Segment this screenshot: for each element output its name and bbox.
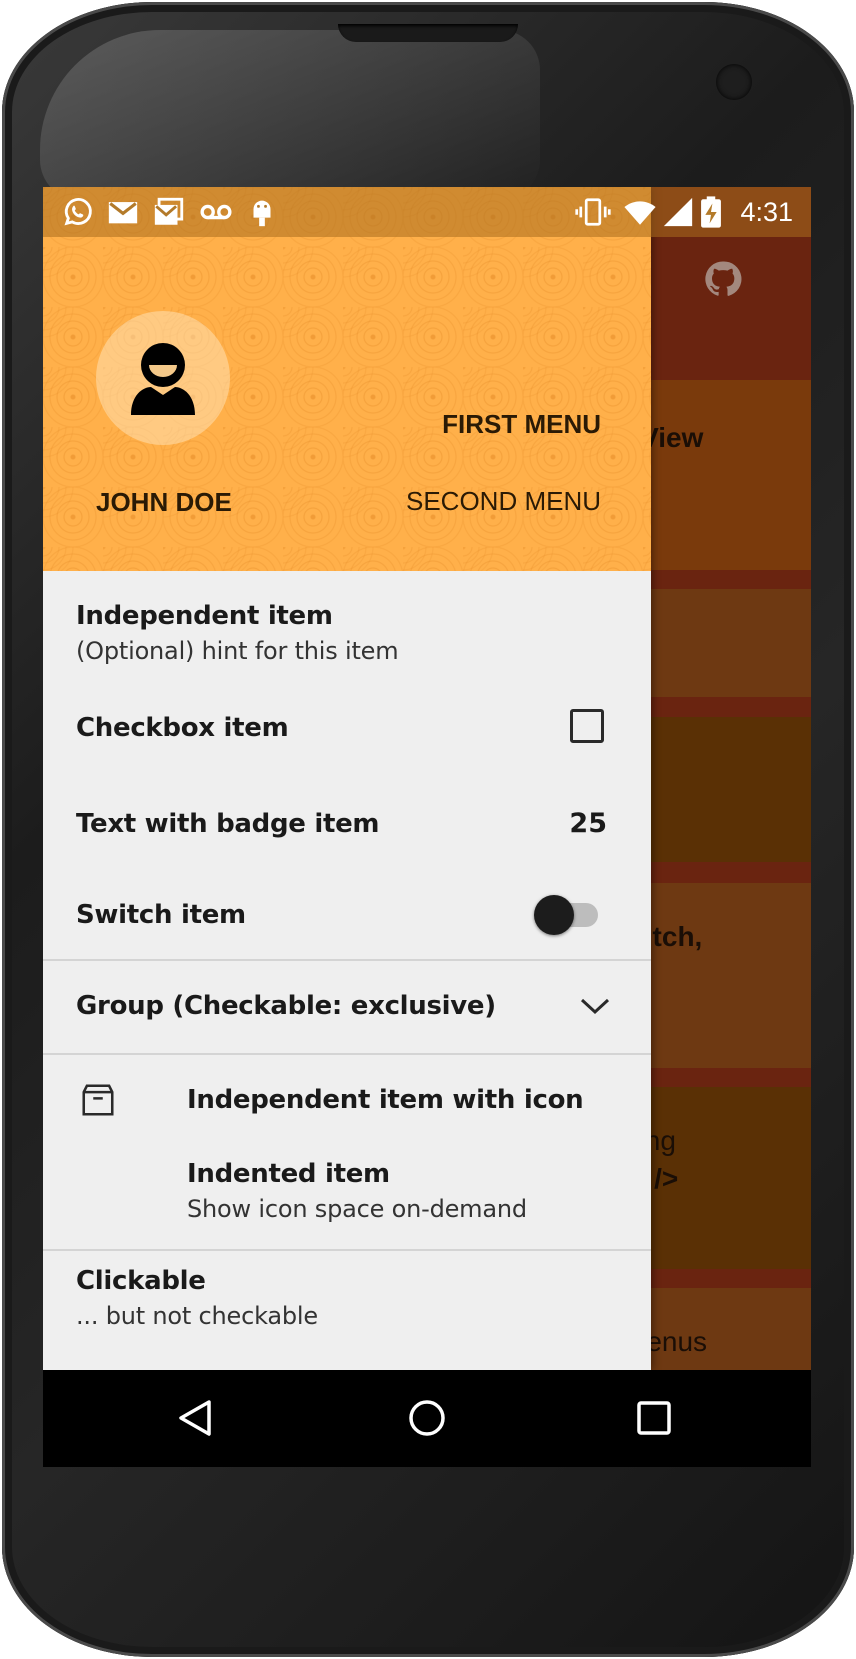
whatsapp-icon: [64, 198, 92, 226]
navigation-drawer: FIRST MENU JOHN DOE SECOND MENU Independ…: [43, 187, 651, 1370]
menu-item-title: Checkbox item: [76, 713, 289, 743]
background-card[interactable]: ning ... />: [623, 1087, 811, 1269]
menu-item-title: Independent item: [76, 601, 333, 631]
menu-item-independent[interactable]: Independent item (Optional) hint for thi…: [43, 571, 651, 683]
voicemail-icon: [200, 204, 232, 220]
menu-item-indented[interactable]: Indented item Show icon space on-demand: [43, 1135, 651, 1229]
background-card[interactable]: witch, m: [623, 883, 811, 1068]
gmail-icon: [108, 202, 138, 224]
checkbox[interactable]: [570, 709, 604, 743]
menu-item-badge[interactable]: Text with badge item 25: [43, 775, 651, 867]
wifi-icon: [624, 201, 656, 225]
background-card[interactable]: [623, 589, 811, 697]
menu-item-title: Indented item: [187, 1159, 390, 1189]
battery-charging-icon: [701, 196, 721, 228]
menu-item-checkbox[interactable]: Checkbox item: [43, 683, 651, 775]
status-time: 4:31: [740, 197, 793, 227]
background-card[interactable]: [623, 717, 811, 862]
recents-icon[interactable]: [634, 1398, 674, 1438]
drawer-header: FIRST MENU JOHN DOE SECOND MENU: [43, 187, 651, 571]
box-icon: [82, 1084, 114, 1116]
inbox-icon: [154, 197, 184, 225]
menu-item-hint: (Optional) hint for this item: [76, 637, 399, 665]
github-icon[interactable]: [703, 259, 743, 299]
menu-item-title: Switch item: [76, 900, 246, 930]
vibrate-icon: [575, 198, 611, 226]
menu-item-switch[interactable]: Switch item: [43, 867, 651, 959]
status-bar: 4:31: [43, 187, 811, 237]
device-screen: ★ nView witch, m ning ... /> Menus: [43, 187, 811, 1467]
signal-icon: [663, 197, 693, 227]
chevron-down-icon[interactable]: [579, 993, 611, 1017]
avatar[interactable]: [96, 311, 230, 445]
phone-frame: ★ nView witch, m ning ... /> Menus: [0, 0, 856, 1659]
menu-item-hint: ... but not checkable: [76, 1302, 318, 1330]
background-card[interactable]: nView: [623, 380, 811, 570]
back-icon[interactable]: [175, 1398, 215, 1438]
switch-thumb[interactable]: [534, 895, 574, 935]
account-name[interactable]: JOHN DOE: [96, 487, 232, 518]
first-menu-item[interactable]: FIRST MENU: [442, 409, 601, 440]
menu-group-title: Group (Checkable: exclusive): [76, 991, 496, 1021]
menu-item-title: Text with badge item: [76, 809, 380, 839]
android-icon: [253, 200, 271, 227]
home-icon[interactable]: [407, 1398, 447, 1438]
menu-item-hint: Show icon space on-demand: [187, 1195, 527, 1223]
menu-item-title: Independent item with icon: [187, 1085, 584, 1115]
menu-item-clickable[interactable]: Clickable ... but not checkable: [43, 1251, 651, 1361]
phone-glare: [40, 30, 540, 200]
second-menu-item[interactable]: SECOND MENU: [406, 486, 601, 517]
badge-count: 25: [569, 808, 607, 839]
earpiece-speaker: [338, 24, 518, 42]
menu-item-with-icon[interactable]: Independent item with icon: [43, 1055, 651, 1135]
menu-group-checkable[interactable]: Group (Checkable: exclusive): [43, 961, 651, 1053]
menu-item-title: Clickable: [76, 1266, 206, 1296]
user-icon: [131, 343, 195, 415]
front-camera: [716, 64, 752, 100]
navigation-bar: [43, 1370, 811, 1467]
